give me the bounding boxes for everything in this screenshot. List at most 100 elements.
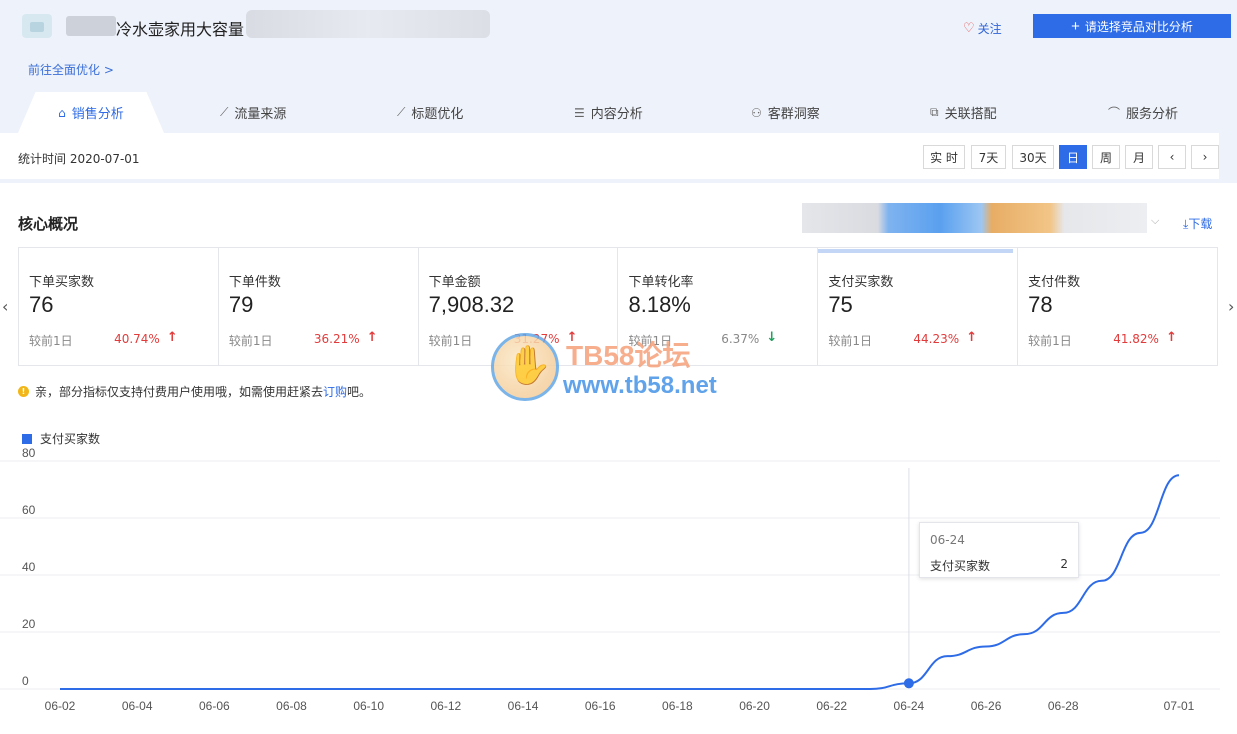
shopping-bag-icon: ⌂ (58, 105, 66, 120)
next-date-button[interactable]: › (1191, 145, 1219, 169)
y-tick-label: 40 (22, 560, 36, 574)
metric-card[interactable]: 支付买家数 75 较前1日 44.23% ↑ (818, 248, 1019, 365)
highlight-point[interactable] (903, 678, 914, 689)
arrow-down-icon: ↓ (766, 330, 778, 345)
x-tick-label: 06-06 (199, 699, 230, 713)
tooltip-value: 2 (1060, 557, 1068, 571)
x-tick-label: 06-08 (276, 699, 307, 713)
section-title: 核心概况 (18, 215, 79, 233)
watermark-url: www.tb58.net (563, 372, 717, 399)
analysis-tabs: ⌂ 销售分析 ⟋ 流量来源 ⟋ 标题优化 ☰ 内容分析 ⚇ 客群洞察 ⧉ 关联搭… (0, 92, 1237, 133)
change-percent: 36.21% (313, 332, 360, 346)
headset-icon: ⌒ (1108, 106, 1121, 120)
tab-related-match[interactable]: ⧉ 关联搭配 (930, 92, 997, 133)
plus-icon: + (1071, 17, 1080, 35)
x-tick-label: 06-24 (894, 699, 925, 713)
x-tick-label: 06-12 (431, 699, 462, 713)
compare-label: 较前1日 (428, 334, 473, 348)
tab-traffic-source[interactable]: ⟋ 流量来源 (220, 92, 286, 133)
stat-time: 统计时间 2020-07-01 (18, 152, 140, 166)
x-tick-label: 06-02 (45, 699, 76, 713)
change-percent: 40.74% (114, 332, 160, 346)
compare-label: 请选择竞品对比分析 (1084, 19, 1193, 34)
compare-competitor-button[interactable]: + 请选择竞品对比分析 (1033, 14, 1231, 38)
tab-label: 标题优化 (411, 107, 464, 122)
range-day[interactable]: 日 (1059, 145, 1087, 169)
hand-icon: ✋ (505, 343, 553, 387)
notice: ! 亲，部分指标仅支持付费用户使用哦，如需使用赶紧去订购吧。 (18, 383, 371, 400)
y-tick-label: 0 (22, 674, 29, 688)
range-7days[interactable]: 7天 (971, 145, 1006, 169)
arrow-up-icon: ↑ (366, 330, 378, 345)
info-icon: ! (18, 386, 29, 397)
product-title[interactable]: 冷水壶家用大容量 (116, 16, 244, 40)
chevron-down-icon[interactable]: ⌵ (1151, 214, 1159, 228)
tab-audience-insight[interactable]: ⚇ 客群洞察 (751, 92, 820, 133)
x-tick-label: 06-10 (353, 699, 384, 713)
compare-label: 较前1日 (29, 334, 73, 348)
metric-card[interactable]: 下单件数 79 较前1日 36.21% ↑ (219, 248, 419, 365)
compare-label: 较前1日 (828, 334, 872, 348)
y-tick-label: 60 (22, 503, 36, 517)
range-month[interactable]: 月 (1125, 145, 1153, 169)
page: 冷水壶家用大容量 前往全面优化 > ♡ 关注 + 请选择竞品对比分析 ⌂ 销售分… (0, 0, 1237, 734)
prev-date-button[interactable]: ‹ (1158, 145, 1186, 169)
metric-value: 78 (1028, 292, 1053, 317)
metric-card[interactable]: 下单买家数 76 较前1日 40.74% ↑ (19, 248, 219, 365)
series-line (60, 474, 1180, 690)
tab-label: 关联搭配 (944, 107, 997, 122)
blurred-region (246, 10, 490, 38)
breadcrumb[interactable]: 前往全面优化 > (28, 61, 114, 78)
metric-label: 下单转化率 (628, 275, 694, 290)
change-percent: 6.37% (721, 332, 760, 346)
blurred-region (802, 203, 1147, 233)
compare-label: 较前1日 (228, 334, 273, 348)
tab-content-analysis[interactable]: ☰ 内容分析 (574, 92, 643, 133)
compare-label: 较前1日 (1028, 334, 1072, 348)
follow-button[interactable]: ♡ 关注 (963, 20, 1002, 37)
line-chart[interactable]: 0 20 40 60 80 06-02 06-04 06-06 06-08 06-10 06-12 0… (0, 440, 1237, 734)
metric-label: 下单件数 (228, 275, 281, 290)
x-tick-label: 06-28 (1048, 699, 1079, 713)
metric-value: 76 (29, 292, 54, 317)
document-icon: ☰ (574, 105, 585, 120)
range-30days[interactable]: 30天 (1012, 145, 1054, 169)
tab-label: 服务分析 (1126, 107, 1179, 122)
blurred-region (66, 16, 116, 36)
y-tick-label: 20 (22, 617, 36, 631)
x-tick-label: 06-26 (971, 699, 1002, 713)
arrow-up-icon: ↑ (966, 330, 978, 345)
metric-label: 支付件数 (1028, 275, 1081, 290)
metric-card[interactable]: 支付件数 78 较前1日 41.82% ↑ (1018, 248, 1217, 365)
arrow-up-icon: ↑ (166, 330, 178, 345)
x-tick-label: 06-22 (816, 699, 847, 713)
line-chart-icon: ⟋ (397, 105, 406, 119)
tooltip-date: 06-24 (930, 533, 965, 547)
x-tick-label: 06-16 (585, 699, 616, 713)
metric-value: 8.18% (628, 292, 691, 317)
cards-prev-arrow[interactable]: ‹ (2, 297, 8, 316)
cards-next-arrow[interactable]: › (1228, 297, 1234, 316)
range-week[interactable]: 周 (1092, 145, 1120, 169)
arrow-up-icon: ↑ (1166, 330, 1177, 345)
download-label: 下载 (1188, 217, 1213, 231)
subscribe-link[interactable]: 订购 (323, 385, 347, 399)
watermark-title: TB58论坛 (566, 340, 691, 371)
users-icon: ⚇ (751, 105, 762, 120)
x-tick-label: 06-20 (739, 699, 770, 713)
tab-label: 流量来源 (234, 107, 287, 122)
tab-sales-analysis[interactable]: ⌂ 销售分析 (18, 92, 164, 133)
metric-value: 79 (228, 292, 254, 317)
change-percent: 41.82% (1113, 332, 1159, 346)
x-tick-label: 06-14 (508, 699, 539, 713)
metric-label: 支付买家数 (828, 275, 894, 290)
tab-label: 销售分析 (71, 107, 124, 122)
x-tick-label: 06-04 (122, 699, 153, 713)
product-thumbnail[interactable] (22, 14, 52, 38)
tab-service-analysis[interactable]: ⌒ 服务分析 (1108, 92, 1178, 133)
download-button[interactable]: ⤓下载 (1183, 215, 1212, 232)
line-chart-icon: ⟋ (220, 105, 229, 119)
range-realtime[interactable]: 实 时 (923, 145, 965, 169)
tab-title-optimization[interactable]: ⟋ 标题优化 (397, 92, 463, 133)
metric-value: 7,908.32 (428, 292, 515, 317)
